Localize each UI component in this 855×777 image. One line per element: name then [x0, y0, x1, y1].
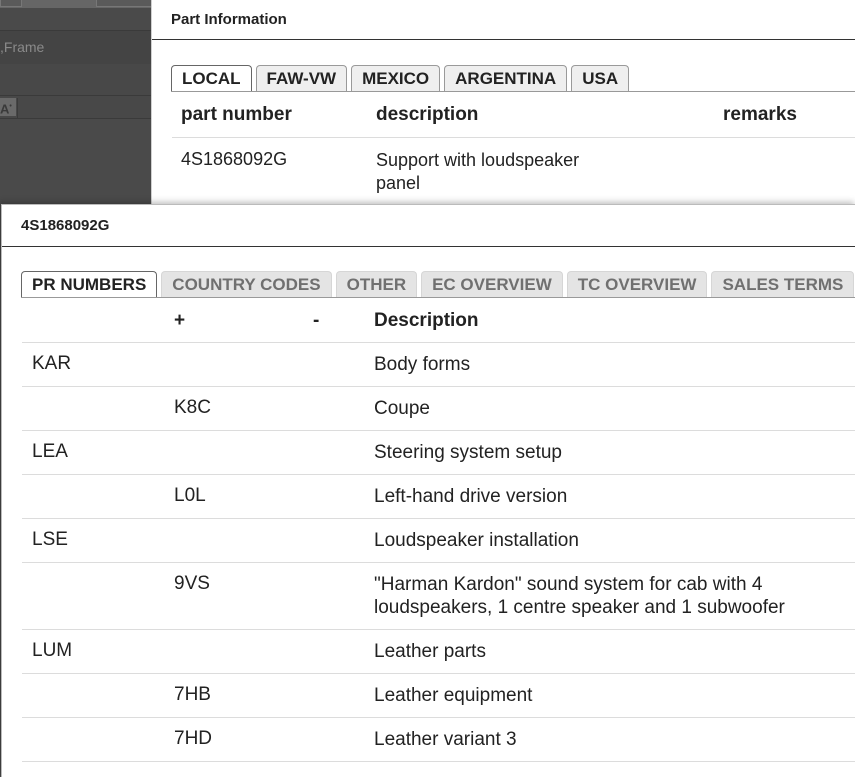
tab-faw-vw[interactable]: FAW-VW [255, 65, 348, 92]
table-row[interactable]: 4S1868092G Support with loudspeaker pane… [172, 138, 855, 204]
plus-cell: 9VS [174, 573, 210, 594]
part-number-cell: 4S1868092G [181, 149, 288, 169]
family-cell: LSE [32, 529, 68, 550]
description-cell: Leather equipment [374, 685, 533, 706]
background-row [0, 64, 152, 96]
pr-dialog-tabs: PR NUMBERS COUNTRY CODES OTHER EC OVERVI… [21, 271, 855, 298]
tab-sales-terms[interactable]: SALES TERMS [711, 271, 855, 298]
background-row [0, 96, 152, 119]
tab-ec-overview[interactable]: EC OVERVIEW [421, 271, 563, 298]
description-cell: "Harman Kardon" sound system for cab wit… [374, 574, 785, 618]
part-information-dialog: Part Information LOCAL FAW-VW MEXICO ARG… [151, 0, 855, 205]
column-description: description [376, 104, 479, 125]
tab-tc-overview[interactable]: TC OVERVIEW [566, 271, 708, 298]
plus-cell: K8C [174, 397, 211, 418]
market-tabs: LOCAL FAW-VW MEXICO ARGENTINA USA [171, 65, 630, 92]
table-row[interactable]: 7HB Leather equipment [22, 674, 855, 718]
table-row[interactable]: K8C Coupe [22, 387, 855, 431]
column-part-number: part number [181, 104, 292, 125]
column-minus: - [313, 310, 320, 331]
tab-local[interactable]: LOCAL [171, 65, 252, 92]
pr-dialog-header: 4S1868092G [2, 205, 855, 247]
description-cell: Loudspeaker installation [374, 530, 579, 551]
table-row[interactable]: LSE Loudspeaker installation [22, 519, 855, 563]
column-description: Description [374, 310, 479, 331]
pr-table-header: + - Description [22, 298, 855, 343]
family-cell: LEA [32, 441, 68, 462]
family-cell: KAR [32, 353, 72, 374]
pr-dialog-title: 4S1868092G [21, 217, 110, 234]
description-cell: Left-hand drive version [374, 486, 568, 507]
tab-other[interactable]: OTHER [335, 271, 418, 298]
description-cell: Support with loudspeaker panel [376, 150, 580, 193]
tab-pr-numbers[interactable]: PR NUMBERS [21, 271, 158, 298]
description-cell: Leather parts [374, 641, 486, 662]
plus-cell: 7HB [174, 684, 211, 705]
background-tab [0, 0, 22, 7]
table-row[interactable]: LUM Leather parts [22, 630, 855, 674]
background-cell: A• [0, 98, 16, 116]
tab-country-codes[interactable]: COUNTRY CODES [161, 271, 332, 298]
table-row[interactable]: 7HD Leather variant 3 [22, 718, 855, 762]
pr-numbers-dialog: 4S1868092G PR NUMBERS COUNTRY CODES OTHE… [1, 204, 855, 777]
table-row[interactable]: L0L Left-hand drive version [22, 475, 855, 519]
plus-cell: 7HD [174, 728, 213, 749]
plus-cell: L0L [174, 485, 206, 506]
part-information-title: Part Information [171, 11, 287, 28]
description-cell: Coupe [374, 398, 430, 419]
tab-argentina[interactable]: ARGENTINA [444, 65, 568, 92]
table-row[interactable]: 9VS "Harman Kardon" sound system for cab… [22, 563, 855, 630]
tab-mexico[interactable]: MEXICO [351, 65, 441, 92]
background-divider [17, 98, 18, 118]
pr-numbers-table: + - Description KAR Body forms K8C Coupe… [22, 298, 855, 762]
family-cell: LUM [32, 640, 73, 661]
description-cell: Leather variant 3 [374, 729, 517, 750]
table-row[interactable]: KAR Body forms [22, 343, 855, 387]
table-row[interactable]: LEA Steering system setup [22, 431, 855, 475]
background-toolbar [0, 0, 154, 8]
background-cell-text: A [0, 101, 10, 117]
background-tab [96, 0, 154, 7]
column-remarks: remarks [723, 104, 797, 125]
background-row: ,Frame [0, 30, 152, 65]
background-row-text: ,Frame [0, 39, 45, 55]
description-cell: Body forms [374, 354, 471, 375]
part-information-header: Part Information [152, 0, 855, 40]
description-cell: Steering system setup [374, 442, 562, 463]
part-table-header: part number description remarks [172, 92, 855, 138]
tab-usa[interactable]: USA [571, 65, 630, 92]
column-plus: + [174, 310, 186, 331]
